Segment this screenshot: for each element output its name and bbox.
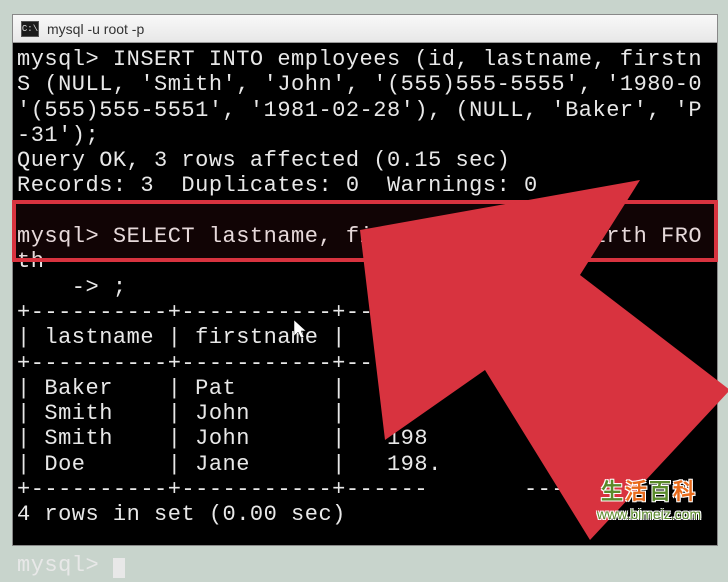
line-18: 4 rows in set (0.00 sec) <box>17 502 346 527</box>
title-bar[interactable]: C:\ mysql -u root -p <box>13 15 717 43</box>
line-4: Query OK, 3 rows affected (0.15 sec) <box>17 148 510 173</box>
line-11: | lastname | firstname | | h | <box>17 325 606 350</box>
line-13: | Baker | Pat | 19 | <box>17 376 606 401</box>
line-20: mysql> <box>17 553 113 578</box>
line-1: S (NULL, 'Smith', 'John', '(555)555-5555… <box>17 72 702 97</box>
line-9: -> ; <box>17 275 127 300</box>
line-17: +----------+-----------+------ -----+ <box>17 477 606 502</box>
line-2: '(555)555-5551', '1981-02-28'), (NULL, '… <box>17 98 702 123</box>
line-5: Records: 3 Duplicates: 0 Warnings: 0 <box>17 173 538 198</box>
window-title: mysql -u root -p <box>47 21 144 37</box>
watermark-text: 生活百科 <box>584 474 714 506</box>
line-0: mysql> INSERT INTO employees (id, lastna… <box>17 47 702 72</box>
line-7: mysql> SELECT lastname, firstname, dateo… <box>17 224 702 249</box>
cmd-icon: C:\ <box>21 21 39 37</box>
line-10: +----------+-----------+-------------+ <box>17 300 538 325</box>
line-8: th <box>17 249 44 274</box>
line-14: | Smith | John | 19 | <box>17 401 606 426</box>
terminal-window: C:\ mysql -u root -p mysql> INSERT INTO … <box>12 14 718 546</box>
line-16: | Doe | Jane | 198. | <box>17 452 606 477</box>
line-15: | Smith | John | 198 | <box>17 426 606 451</box>
watermark: 生活百科 www.bimeiz.com <box>584 474 714 524</box>
line-12: +----------+-----------+---- -----+ <box>17 351 606 376</box>
prompt-cursor <box>113 558 125 578</box>
line-3: -31'); <box>17 123 99 148</box>
watermark-url: www.bimeiz.com <box>584 506 714 522</box>
